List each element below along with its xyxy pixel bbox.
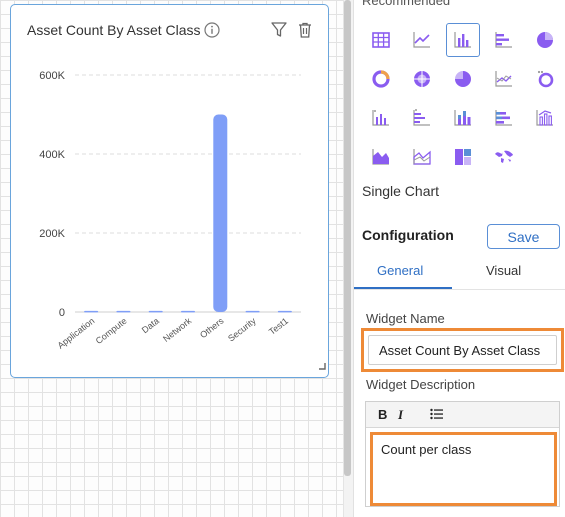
widget-title: Asset Count By Asset Class — [27, 22, 201, 38]
bar — [213, 114, 228, 312]
dashboard-canvas: Asset Count By Asset Class 0 200K 400K 600K… — [0, 0, 343, 517]
bar-chart-icon[interactable] — [446, 23, 480, 57]
editor-toolbar: B I — [366, 402, 559, 428]
pie-chart-icon[interactable] — [528, 23, 562, 57]
donut-chart-icon[interactable] — [364, 62, 398, 96]
y-tick-label: 0 — [59, 307, 65, 319]
bold-button[interactable]: B — [378, 407, 387, 422]
bar-chart: 0 200K 400K 600K ApplicationCompute Data Netwo… — [39, 70, 301, 351]
y-tick-label: 400K — [39, 149, 65, 161]
x-tick-label: Network — [161, 315, 194, 344]
grouped-horizontal-bar-icon[interactable] — [405, 101, 439, 135]
stacked-horizontal-bar-icon[interactable] — [487, 101, 521, 135]
trash-icon[interactable] — [296, 21, 314, 44]
widget-description-label: Widget Description — [366, 377, 476, 392]
grouped-bar-icon[interactable] — [364, 101, 398, 135]
line-chart-icon[interactable] — [405, 23, 439, 57]
bar — [181, 310, 195, 313]
configuration-title: Configuration — [362, 227, 454, 243]
x-tick-label: Application — [56, 316, 97, 351]
multi-donut-icon[interactable] — [528, 62, 562, 96]
bar — [277, 310, 292, 313]
table-icon[interactable] — [364, 23, 398, 57]
recommended-label: Recommended — [362, 0, 451, 8]
tab-visual[interactable]: Visual — [486, 263, 521, 278]
active-tab-indicator — [354, 287, 452, 289]
widget-name-label: Widget Name — [366, 311, 445, 326]
bar — [116, 310, 131, 313]
tab-general[interactable]: General — [377, 263, 423, 278]
bullet-list-icon[interactable] — [430, 408, 444, 423]
widget-name-highlight — [361, 328, 564, 372]
sunburst-chart-icon[interactable] — [405, 62, 439, 96]
bar — [245, 310, 260, 313]
x-tick-label: Compute — [94, 316, 129, 346]
italic-button[interactable]: I — [398, 407, 403, 423]
filter-icon[interactable] — [270, 21, 288, 44]
y-tick-label: 200K — [39, 228, 65, 240]
horizontal-bar-icon[interactable] — [487, 23, 521, 57]
x-tick-label: Others — [198, 315, 226, 340]
canvas-scrollbar-thumb[interactable] — [344, 0, 351, 476]
bar-line-combo-icon[interactable] — [528, 101, 562, 135]
chart-widget[interactable]: Asset Count By Asset Class 0 200K 400K 600K… — [10, 4, 329, 378]
bar — [84, 310, 99, 313]
save-button[interactable]: Save — [487, 224, 560, 249]
stacked-area-icon[interactable] — [405, 140, 439, 174]
description-text[interactable]: Count per class — [381, 442, 471, 457]
single-chart-label: Single Chart — [362, 183, 440, 199]
half-pie-icon[interactable] — [446, 62, 480, 96]
world-map-icon[interactable] — [487, 140, 521, 174]
y-tick-label: 600K — [39, 70, 65, 82]
multi-line-icon[interactable] — [487, 62, 521, 96]
stacked-bar-icon[interactable] — [446, 101, 480, 135]
area-chart-icon[interactable] — [364, 140, 398, 174]
x-tick-label: Data — [140, 316, 161, 336]
tab-divider — [354, 289, 565, 290]
x-tick-label: Security — [226, 315, 258, 343]
bar — [148, 310, 163, 313]
widget-name-input[interactable] — [368, 335, 557, 365]
resize-handle-icon[interactable] — [318, 357, 326, 375]
treemap-icon[interactable] — [446, 140, 480, 174]
info-icon[interactable] — [204, 22, 220, 43]
x-tick-label: Test1 — [267, 316, 290, 337]
